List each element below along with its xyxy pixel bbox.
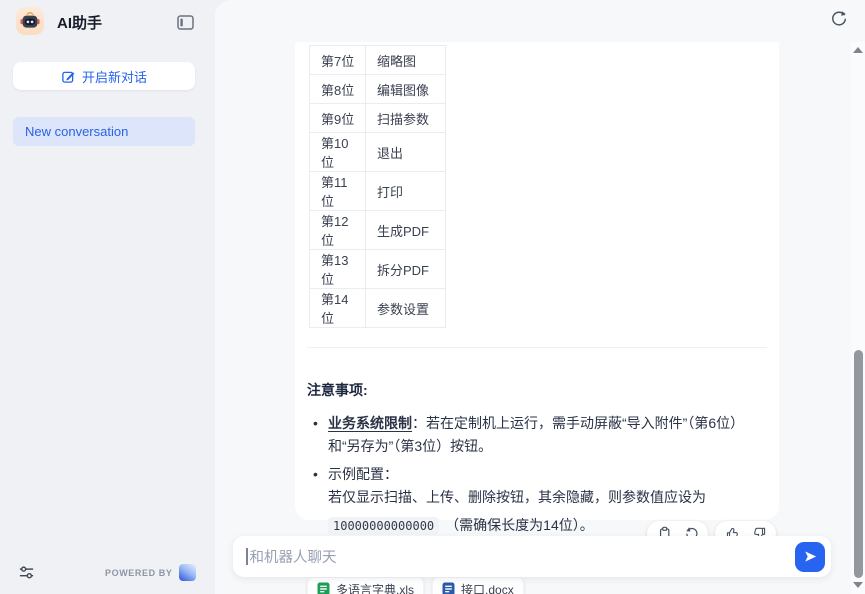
rank-cell: 第7位	[310, 46, 366, 75]
compose-icon	[61, 69, 76, 84]
text-caret	[246, 548, 248, 565]
powered-by-label: POWERED BY	[105, 568, 173, 578]
citation-files: 多语言字典.xls 接口.docx	[307, 577, 767, 594]
sliders-icon	[18, 564, 35, 581]
table-row: 第11位 打印	[310, 172, 446, 211]
sidebar-footer: POWERED BY	[0, 562, 215, 584]
note2-suffix: （需确保长度为14位）。	[445, 517, 594, 533]
sidebar: AI助手 开启新对话 New conversation	[0, 0, 215, 594]
rank-cell: 第11位	[310, 172, 366, 211]
file-chip-docx[interactable]: 接口.docx	[432, 577, 524, 594]
rank-cell: 第14位	[310, 289, 366, 328]
rank-cell: 第12位	[310, 211, 366, 250]
word-file-icon	[442, 582, 455, 594]
send-icon	[803, 549, 818, 564]
refresh-button[interactable]	[829, 9, 849, 29]
app-window: AI助手 开启新对话 New conversation	[0, 0, 865, 594]
table-row: 第13位 拆分PDF	[310, 250, 446, 289]
action-cell: 生成PDF	[366, 211, 446, 250]
chat-input-placeholder: 和机器人聊天	[250, 546, 796, 567]
table-row: 第14位 参数设置	[310, 289, 446, 328]
action-cell: 打印	[366, 172, 446, 211]
note1-term: 业务系统限制	[328, 415, 412, 431]
conversation-label: New conversation	[25, 124, 128, 139]
table-row: 第8位 编辑图像	[310, 75, 446, 104]
new-chat-button[interactable]: 开启新对话	[13, 62, 195, 90]
chat-area: 第7位 缩略图 第8位 编辑图像 第9位 扫描参数 第10位 退出	[215, 0, 865, 594]
arrow-up-icon	[853, 47, 863, 53]
settings-button[interactable]	[16, 562, 36, 582]
rank-cell: 第9位	[310, 104, 366, 133]
new-chat-label: 开启新对话	[82, 67, 147, 86]
table-row: 第12位 生成PDF	[310, 211, 446, 250]
section-divider	[307, 347, 767, 348]
powered-by: POWERED BY	[105, 564, 196, 581]
list-item: 业务系统限制：若在定制机上运行，需手动屏蔽“导入附件”（第6位）和“另存为”（第…	[307, 412, 767, 458]
notes-heading: 注意事项:	[307, 380, 767, 400]
sidebar-item-conversation[interactable]: New conversation	[13, 117, 195, 146]
file-name: 多语言字典.xls	[336, 581, 414, 594]
file-name: 接口.docx	[461, 581, 514, 594]
action-cell: 拆分PDF	[366, 250, 446, 289]
rank-cell: 第13位	[310, 250, 366, 289]
app-title: AI助手	[57, 12, 102, 33]
refresh-icon	[830, 10, 848, 28]
rank-cell: 第10位	[310, 133, 366, 172]
action-cell: 退出	[366, 133, 446, 172]
action-cell: 编辑图像	[366, 75, 446, 104]
robot-icon	[19, 10, 41, 32]
note2-line: 若仅显示扫描、上传、删除按钮，其余隐藏，则参数值应设为	[328, 486, 767, 509]
scroll-down-button[interactable]	[853, 582, 863, 590]
file-chip-xls[interactable]: 多语言字典.xls	[307, 577, 424, 594]
brand-logo-icon	[179, 564, 196, 581]
scrollbar	[851, 42, 865, 594]
table-row: 第9位 扫描参数	[310, 104, 446, 133]
table-row: 第10位 退出	[310, 133, 446, 172]
note2-title: 示例配置：	[328, 463, 767, 486]
button-position-table: 第7位 缩略图 第8位 编辑图像 第9位 扫描参数 第10位 退出	[309, 45, 446, 328]
arrow-down-icon	[853, 582, 863, 588]
rank-cell: 第8位	[310, 75, 366, 104]
sidebar-header: AI助手	[0, 0, 215, 44]
assistant-avatar	[16, 7, 44, 35]
action-cell: 参数设置	[366, 289, 446, 328]
scroll-up-button[interactable]	[853, 47, 863, 55]
excel-file-icon	[317, 582, 330, 594]
action-cell: 缩略图	[366, 46, 446, 75]
collapse-sidebar-button[interactable]	[175, 12, 195, 32]
action-cell: 扫描参数	[366, 104, 446, 133]
panel-toggle-icon	[177, 15, 194, 30]
send-button[interactable]	[795, 542, 825, 572]
scrollbar-thumb[interactable]	[854, 350, 863, 578]
notes-list: 业务系统限制：若在定制机上运行，需手动屏蔽“导入附件”（第6位）和“另存为”（第…	[307, 412, 767, 538]
chat-input[interactable]: 和机器人聊天	[233, 536, 831, 577]
table-row: 第7位 缩略图	[310, 46, 446, 75]
assistant-message: 第7位 缩略图 第8位 编辑图像 第9位 扫描参数 第10位 退出	[295, 42, 779, 520]
parameter-code: 10000000000000	[328, 517, 439, 535]
